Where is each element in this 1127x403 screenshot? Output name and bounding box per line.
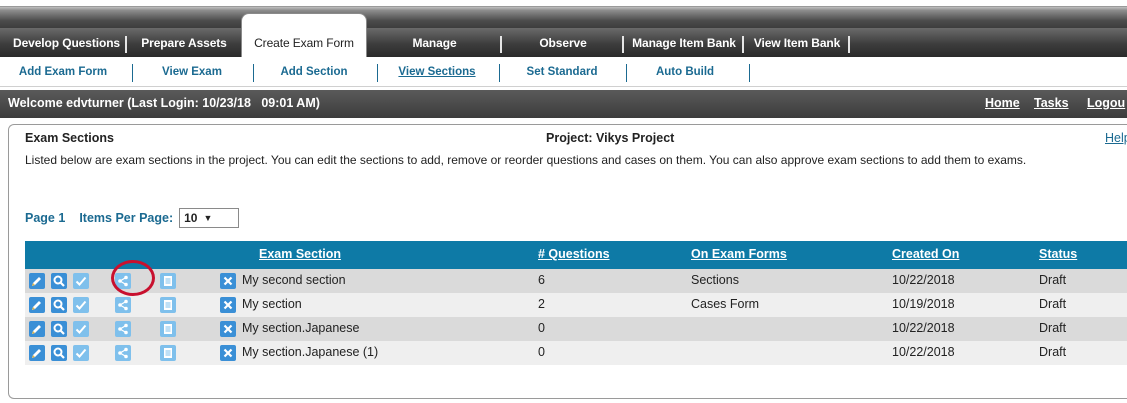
approve-icon[interactable] xyxy=(73,321,89,337)
table-row: My section.Japanese (1) 0 10/22/2018 Draft xyxy=(25,341,1127,365)
welcome-bar: Welcome edvturner (Last Login: 10/23/18 … xyxy=(0,90,1127,118)
items-per-page-label: Items Per Page: xyxy=(79,211,174,225)
search-icon[interactable] xyxy=(51,345,67,361)
column-created-on[interactable]: Created On xyxy=(892,247,959,261)
tab-label: Prepare Assets xyxy=(141,35,227,50)
tab-manage[interactable]: Manage xyxy=(367,28,502,57)
status-value: Draft xyxy=(1039,297,1067,311)
status-value: Draft xyxy=(1039,345,1067,359)
approve-icon[interactable] xyxy=(73,273,89,289)
section-name: My section xyxy=(242,297,302,311)
search-icon[interactable] xyxy=(51,297,67,313)
chevron-down-icon: ▼ xyxy=(203,213,213,223)
table-row: My section.Japanese 0 10/22/2018 Draft xyxy=(25,317,1127,341)
tab-label: Create Exam Form xyxy=(254,36,354,50)
questions-count: 2 xyxy=(538,297,545,311)
tab-label: Manage Item Bank xyxy=(632,35,736,50)
edit-icon[interactable] xyxy=(29,321,45,337)
share-icon[interactable] xyxy=(115,297,131,313)
column-status[interactable]: Status xyxy=(1039,247,1077,261)
column-questions[interactable]: # Questions xyxy=(538,247,610,261)
tab-label: View Item Bank xyxy=(753,35,841,50)
page-indicator: Page 1 xyxy=(25,211,66,225)
edit-icon[interactable] xyxy=(29,273,45,289)
tab-view-item-bank[interactable]: View Item Bank xyxy=(744,28,850,57)
top-navigation: Develop Questions Prepare Assets Create … xyxy=(0,0,1127,57)
tab-manage-item-bank[interactable]: Manage Item Bank xyxy=(624,28,744,57)
questions-count: 0 xyxy=(538,345,545,359)
subnav-separator xyxy=(749,64,750,82)
document-icon[interactable] xyxy=(160,297,176,313)
column-exam-section[interactable]: Exam Section xyxy=(259,247,341,261)
main-tabs: Develop Questions Prepare Assets Create … xyxy=(6,13,850,57)
approve-icon[interactable] xyxy=(73,297,89,313)
exam-forms: Sections xyxy=(691,273,739,287)
approve-icon[interactable] xyxy=(73,345,89,361)
exam-sections-panel: Exam Sections Project: Vikys Project Hel… xyxy=(8,124,1127,399)
tab-develop-questions[interactable]: Develop Questions xyxy=(6,28,127,57)
share-icon[interactable] xyxy=(115,345,131,361)
tab-observe[interactable]: Observe xyxy=(502,28,624,57)
delete-icon[interactable] xyxy=(220,273,236,289)
logout-link[interactable]: Logou xyxy=(1087,96,1125,110)
share-icon[interactable] xyxy=(115,273,131,289)
pager: Page 1 Items Per Page: 10 ▼ xyxy=(25,208,240,228)
subnav-set-standard[interactable]: Set Standard xyxy=(510,57,614,87)
subnav-separator xyxy=(377,64,378,82)
project-title: Project: Vikys Project xyxy=(546,131,675,145)
delete-icon[interactable] xyxy=(220,297,236,313)
edit-icon[interactable] xyxy=(29,297,45,313)
page-title: Exam Sections xyxy=(25,131,114,145)
created-on: 10/19/2018 xyxy=(892,297,955,311)
top-strip xyxy=(0,6,1127,30)
tasks-link[interactable]: Tasks xyxy=(1034,96,1069,110)
tab-separator xyxy=(848,36,850,53)
status-value: Draft xyxy=(1039,321,1067,335)
created-on: 10/22/2018 xyxy=(892,321,955,335)
subnav-view-sections[interactable]: View Sections xyxy=(387,57,487,87)
help-link[interactable]: Help xyxy=(1105,131,1127,145)
section-name: My section.Japanese (1) xyxy=(242,345,379,359)
home-link[interactable]: Home xyxy=(985,96,1020,110)
created-on: 10/22/2018 xyxy=(892,345,955,359)
subnav-auto-build[interactable]: Auto Build xyxy=(637,57,733,87)
questions-count: 0 xyxy=(538,321,545,335)
subnav-separator xyxy=(499,64,500,82)
created-on: 10/22/2018 xyxy=(892,273,955,287)
subnav-add-exam-form[interactable]: Add Exam Form xyxy=(6,57,120,87)
subnav-view-exam[interactable]: View Exam xyxy=(144,57,240,87)
tab-create-exam-form[interactable]: Create Exam Form xyxy=(241,13,367,57)
subnav-add-section[interactable]: Add Section xyxy=(264,57,364,87)
exam-forms: Cases Form xyxy=(691,297,760,311)
delete-icon[interactable] xyxy=(220,345,236,361)
column-on-exam-forms[interactable]: On Exam Forms xyxy=(691,247,787,261)
subnav-separator xyxy=(253,64,254,82)
tab-label: Manage xyxy=(412,35,457,50)
tab-prepare-assets[interactable]: Prepare Assets xyxy=(127,28,241,57)
status-value: Draft xyxy=(1039,273,1067,287)
share-icon[interactable] xyxy=(115,321,131,337)
edit-icon[interactable] xyxy=(29,345,45,361)
subnav-separator xyxy=(132,64,133,82)
items-per-page-value: 10 xyxy=(184,211,198,225)
questions-count: 6 xyxy=(538,273,545,287)
table-row: My section 2 Cases Form 10/19/2018 Draft xyxy=(25,293,1127,317)
section-name: My section.Japanese xyxy=(242,321,360,335)
document-icon[interactable] xyxy=(160,345,176,361)
search-icon[interactable] xyxy=(51,273,67,289)
search-icon[interactable] xyxy=(51,321,67,337)
document-icon[interactable] xyxy=(160,321,176,337)
table-header: Exam Section # Questions On Exam Forms C… xyxy=(25,241,1127,269)
document-icon[interactable] xyxy=(160,273,176,289)
subnav-separator xyxy=(626,64,627,82)
items-per-page-select[interactable]: 10 ▼ xyxy=(179,208,240,228)
table-row: My second section 6 Sections 10/22/2018 Draf… xyxy=(25,269,1127,293)
tab-label: Observe xyxy=(539,35,587,50)
section-name: My second section xyxy=(242,273,346,287)
delete-icon[interactable] xyxy=(220,321,236,337)
welcome-text: Welcome edvturner (Last Login: 10/23/18 … xyxy=(8,96,320,110)
tab-label: Develop Questions xyxy=(13,35,120,50)
page-description: Listed below are exam sections in the pr… xyxy=(25,153,1027,167)
sub-navigation: Add Exam Form View Exam Add Section View… xyxy=(0,57,1127,87)
